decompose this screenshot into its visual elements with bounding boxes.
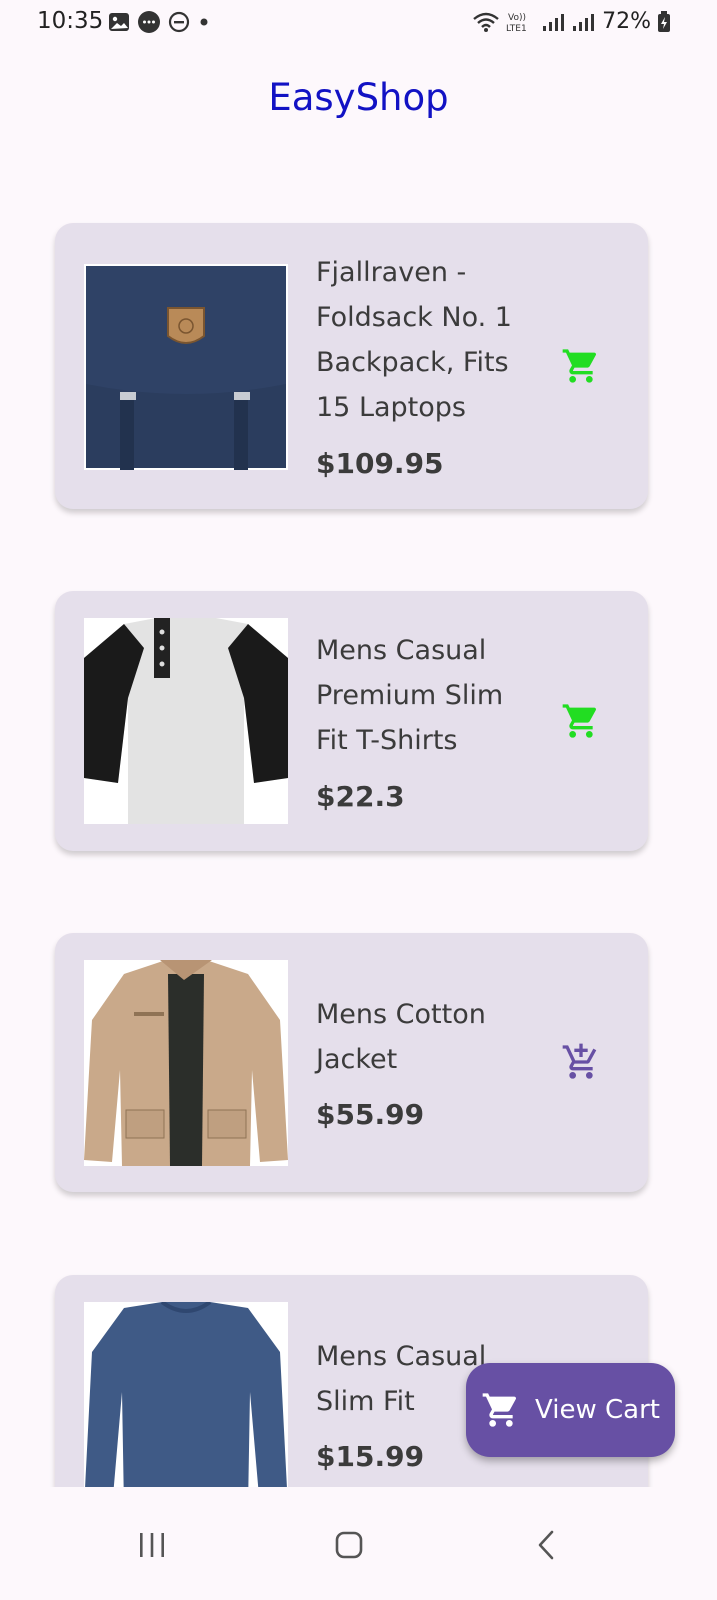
- cart-icon: [562, 349, 597, 383]
- product-price: $15.99: [316, 1440, 425, 1473]
- product-image-longsleeve: [84, 1302, 288, 1487]
- view-cart-button[interactable]: View Cart: [466, 1363, 675, 1457]
- product-card[interactable]: Mens Casual Premium Slim Fit T-Shirts $2…: [55, 591, 648, 851]
- product-card[interactable]: Fjallraven - Foldsack No. 1 Backpack, Fi…: [55, 223, 648, 509]
- product-card[interactable]: Mens Cotton Jacket $55.99: [55, 933, 648, 1192]
- recent-apps-button[interactable]: [122, 1515, 182, 1575]
- in-cart-button[interactable]: [558, 343, 604, 389]
- view-cart-label: View Cart: [535, 1395, 660, 1425]
- product-title: Mens Cotton Jacket: [316, 999, 486, 1075]
- add-to-cart-icon: [562, 1043, 597, 1079]
- recent-apps-icon: [140, 1533, 164, 1557]
- add-to-cart-button[interactable]: [558, 1039, 604, 1085]
- product-price: $22.3: [316, 780, 405, 813]
- home-button[interactable]: [319, 1515, 379, 1575]
- product-title: Mens Casual Premium Slim Fit T-Shirts: [316, 635, 504, 756]
- product-image-backpack: [84, 264, 288, 470]
- product-image-tshirt: [84, 618, 288, 824]
- system-nav-bar: [0, 1487, 717, 1600]
- product-price: $109.95: [316, 447, 444, 480]
- product-list[interactable]: Fjallraven - Foldsack No. 1 Backpack, Fi…: [0, 0, 717, 1487]
- cart-icon: [562, 704, 597, 738]
- cart-icon: [482, 1393, 517, 1427]
- product-image-jacket: [84, 960, 288, 1166]
- home-icon: [335, 1531, 363, 1559]
- back-icon: [538, 1530, 554, 1560]
- back-button[interactable]: [516, 1515, 576, 1575]
- product-title: Fjallraven - Foldsack No. 1 Backpack, Fi…: [316, 257, 512, 423]
- in-cart-button[interactable]: [558, 698, 604, 744]
- product-price: $55.99: [316, 1098, 425, 1131]
